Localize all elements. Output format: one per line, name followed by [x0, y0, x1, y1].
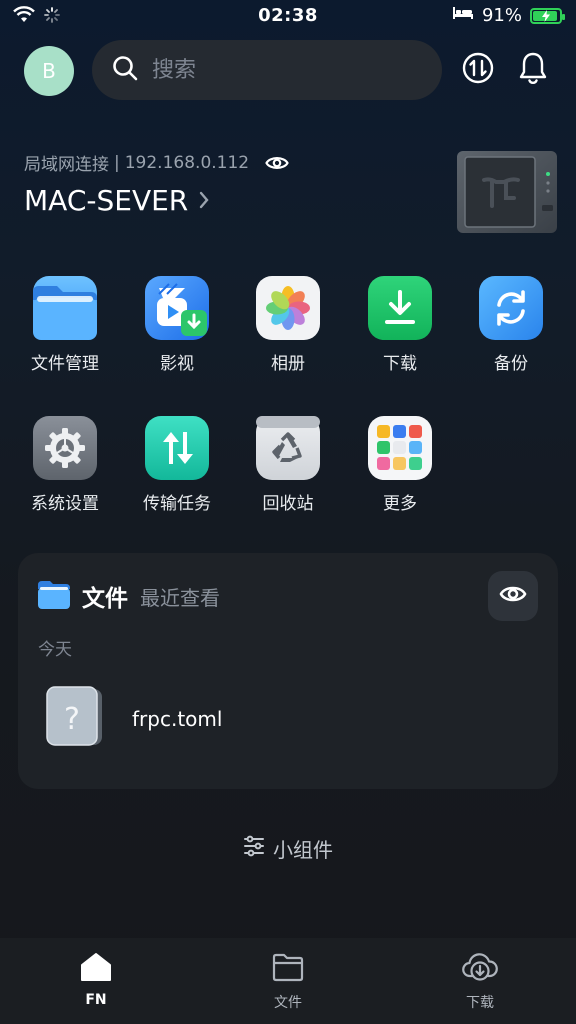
- settings-icon: [33, 416, 97, 480]
- app-label: 传输任务: [143, 494, 211, 514]
- video-icon: [145, 276, 209, 340]
- app-transfer-tasks[interactable]: 传输任务: [127, 416, 227, 514]
- app-label: 系统设置: [31, 494, 99, 514]
- folder-small-icon: [38, 579, 70, 613]
- device-name-link[interactable]: MAC-SEVER: [24, 184, 210, 217]
- photos-icon: [256, 276, 320, 340]
- notification-button[interactable]: [515, 52, 551, 88]
- transfer-button[interactable]: [460, 52, 496, 88]
- nas-device-icon[interactable]: [456, 150, 558, 234]
- search-input[interactable]: [150, 56, 414, 84]
- card-header: 文件 最近查看: [38, 579, 220, 613]
- recent-files-card: 文件 最近查看 今天 ? frpc.toml: [18, 553, 558, 789]
- sliders-icon: [243, 835, 265, 862]
- widgets-label: 小组件: [273, 838, 333, 862]
- card-subtitle: 最近查看: [140, 585, 220, 610]
- cloud-download-icon: [462, 952, 498, 986]
- svg-text:?: ?: [64, 702, 80, 737]
- app-label: 相册: [271, 354, 305, 374]
- recycle-bin-icon: [256, 416, 320, 480]
- folder-icon: [33, 276, 97, 340]
- tab-label: FN: [85, 992, 107, 1008]
- transfer-icon: [145, 416, 209, 480]
- tab-label: 下载: [466, 995, 494, 1011]
- unknown-file-icon: ?: [46, 685, 104, 753]
- sync-arrows-icon: [461, 51, 495, 89]
- widgets-button[interactable]: 小组件: [0, 834, 576, 863]
- backup-icon: [479, 276, 543, 340]
- tab-label: 文件: [274, 995, 302, 1011]
- tab-files[interactable]: 文件: [192, 938, 384, 1024]
- app-more[interactable]: 更多: [350, 416, 450, 514]
- search-icon: [112, 55, 138, 85]
- app-label: 文件管理: [31, 354, 99, 374]
- app-label: 下载: [383, 354, 417, 374]
- card-visibility-button[interactable]: [488, 571, 538, 621]
- bell-icon: [517, 51, 549, 89]
- bed-icon: [452, 5, 474, 26]
- section-today: 今天: [38, 640, 72, 660]
- connection-separator: |: [114, 152, 120, 173]
- app-label: 影视: [160, 354, 194, 374]
- bottom-tab-bar: FN 文件 下载: [0, 938, 576, 1024]
- download-icon: [368, 276, 432, 340]
- more-apps-icon: [368, 416, 432, 480]
- card-title: 文件: [82, 586, 128, 612]
- app-download[interactable]: 下载: [350, 276, 450, 374]
- device-name: MAC-SEVER: [24, 184, 189, 217]
- status-bar: 02:38 91%: [0, 0, 576, 34]
- battery-percent: 91%: [481, 5, 522, 26]
- app-label: 备份: [494, 354, 528, 374]
- tab-fn[interactable]: FN: [0, 938, 192, 1024]
- connection-type: 局域网连接: [24, 155, 109, 175]
- eye-icon: [499, 583, 527, 609]
- app-label: 回收站: [262, 494, 314, 514]
- app-file-manager[interactable]: 文件管理: [15, 276, 115, 374]
- app-video[interactable]: 影视: [127, 276, 227, 374]
- app-photos[interactable]: 相册: [238, 276, 338, 374]
- app-backup[interactable]: 备份: [461, 276, 561, 374]
- home-icon: [80, 952, 112, 986]
- list-item[interactable]: ? frpc.toml: [46, 685, 222, 753]
- app-label: 更多: [383, 494, 417, 514]
- status-right: 91%: [452, 5, 565, 26]
- chevron-right-icon: [198, 184, 210, 217]
- ip-address: 192.168.0.112: [124, 152, 250, 173]
- folder-outline-icon: [272, 952, 304, 986]
- tab-download[interactable]: 下载: [384, 938, 576, 1024]
- connection-info: 局域网连接 | 192.168.0.112: [24, 150, 289, 175]
- toggle-visibility-icon[interactable]: [265, 154, 289, 172]
- avatar[interactable]: B: [24, 46, 74, 96]
- file-name: frpc.toml: [132, 707, 223, 731]
- app-settings[interactable]: 系统设置: [15, 416, 115, 514]
- search-bar[interactable]: [92, 40, 442, 100]
- app-recycle-bin[interactable]: 回收站: [238, 416, 338, 514]
- battery-icon: [530, 7, 565, 24]
